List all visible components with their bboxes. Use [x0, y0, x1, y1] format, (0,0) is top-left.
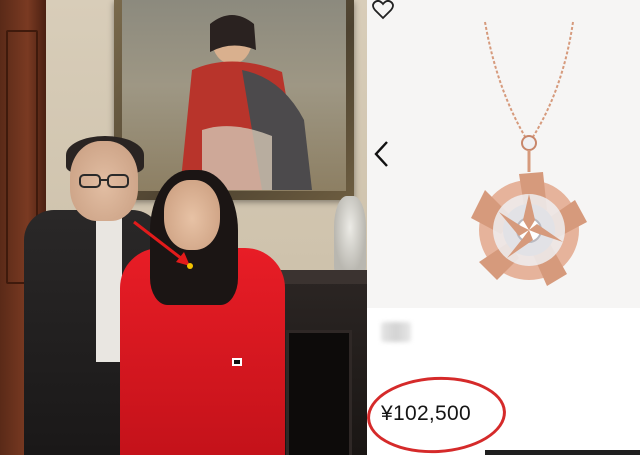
bottom-strip: [485, 450, 640, 455]
necklace-image: [471, 21, 587, 286]
favorite-heart-icon[interactable]: [371, 0, 395, 20]
red-arrow-annotation: [133, 220, 193, 269]
product-price: ¥102,500: [381, 402, 471, 425]
chevron-left-icon[interactable]: [369, 138, 393, 170]
product-panel: ¥102,500: [367, 0, 640, 455]
photo-panel: [0, 0, 367, 455]
blurred-label: [381, 322, 411, 342]
price-section: ¥102,500: [367, 308, 640, 455]
product-image: [367, 0, 640, 308]
